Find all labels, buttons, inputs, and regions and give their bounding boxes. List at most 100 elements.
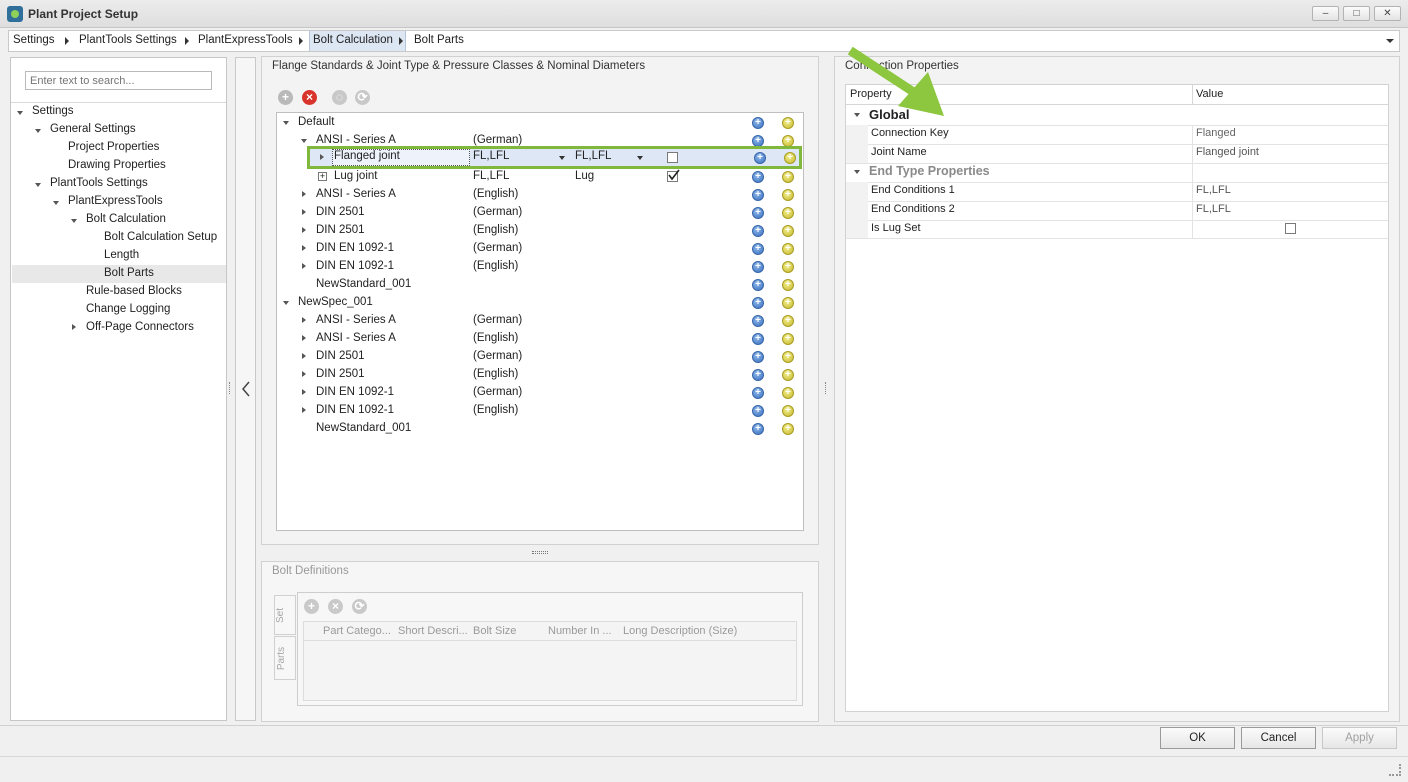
delete-icon[interactable]: × (328, 599, 343, 614)
property-value[interactable]: FL,LFL (1196, 203, 1231, 215)
sidebar-collapse-strip[interactable] (235, 57, 256, 721)
breadcrumb-dropdown-icon[interactable] (1386, 39, 1394, 43)
list-item[interactable]: Default + + (277, 114, 802, 132)
column-header[interactable]: Long Description (Size) (623, 625, 737, 637)
tree-item-general-settings[interactable]: General Settings (50, 123, 136, 135)
lug-checkbox[interactable] (667, 152, 678, 163)
add-icon[interactable]: + (304, 599, 319, 614)
chevron-right-icon[interactable] (302, 245, 306, 251)
add-sibling-icon[interactable]: + (782, 279, 794, 291)
tree-item-off-page-connectors[interactable]: Off-Page Connectors (86, 321, 194, 333)
list-item[interactable]: DIN 2501 (English) + + (277, 366, 802, 384)
add-sibling-icon[interactable]: + (782, 405, 794, 417)
breadcrumb-arrow-icon[interactable] (185, 37, 189, 45)
search-input[interactable] (25, 71, 212, 90)
list-item[interactable]: ANSI - Series A (English) + + (277, 330, 802, 348)
chevron-down-icon[interactable] (35, 129, 41, 133)
add-sibling-icon[interactable]: + (782, 369, 794, 381)
row-name[interactable]: Flanged joint (334, 150, 400, 162)
add-child-icon[interactable]: + (752, 351, 764, 363)
apply-button[interactable]: Apply (1322, 727, 1397, 749)
breadcrumb-item-bolt-calculation[interactable]: Bolt Calculation (313, 34, 393, 46)
add-sibling-icon[interactable]: + (782, 171, 794, 183)
splitter-grip[interactable] (229, 382, 231, 394)
add-child-icon[interactable]: + (752, 369, 764, 381)
add-child-icon[interactable]: + (752, 243, 764, 255)
add-child-icon[interactable]: + (752, 387, 764, 399)
add-sibling-icon[interactable]: + (782, 117, 794, 129)
row-end-condition-1[interactable]: FL,LFL (473, 170, 509, 182)
add-sibling-icon[interactable]: + (782, 351, 794, 363)
end-condition-2-dropdown[interactable]: FL,LFL (575, 150, 611, 162)
add-child-icon[interactable]: + (752, 279, 764, 291)
tree-item-rule-based-blocks[interactable]: Rule-based Blocks (86, 285, 182, 297)
splitter-grip[interactable] (532, 551, 548, 554)
tree-item-bolt-calculation[interactable]: Bolt Calculation (86, 213, 166, 225)
add-sibling-icon[interactable]: + (782, 261, 794, 273)
tree-item-length[interactable]: Length (104, 249, 139, 261)
list-item[interactable]: DIN EN 1092-1 (German) + + (277, 240, 802, 258)
add-sibling-icon[interactable]: + (782, 189, 794, 201)
selected-row-flanged-joint[interactable]: Flanged joint FL,LFL FL,LFL + + (307, 146, 802, 169)
add-sibling-icon[interactable]: + (782, 423, 794, 435)
ok-button[interactable]: OK (1160, 727, 1235, 749)
row-end-condition-2[interactable]: Lug (575, 170, 594, 182)
dropdown-arrow-icon[interactable] (637, 156, 643, 160)
add-child-icon[interactable]: + (752, 117, 764, 129)
tree-item-bolt-calculation-setup[interactable]: Bolt Calculation Setup (104, 231, 217, 243)
add-child-icon[interactable]: + (752, 261, 764, 273)
chevron-right-icon[interactable] (302, 227, 306, 233)
maximize-button[interactable]: □ (1343, 6, 1370, 21)
breadcrumb-arrow-icon[interactable] (399, 37, 403, 45)
property-value[interactable]: Flanged joint (1196, 146, 1259, 158)
dropdown-arrow-icon[interactable] (559, 156, 565, 160)
add-sibling-icon[interactable]: + (782, 297, 794, 309)
chevron-down-icon[interactable] (854, 170, 860, 174)
chevron-right-icon[interactable] (302, 263, 306, 269)
list-item[interactable]: DIN EN 1092-1 (English) + + (277, 258, 802, 276)
delete-icon[interactable]: × (302, 90, 317, 105)
tree-item-settings[interactable]: Settings (32, 105, 74, 117)
column-header[interactable]: Part Catego... (323, 625, 391, 637)
add-sibling-icon[interactable]: + (782, 333, 794, 345)
add-icon[interactable]: + (278, 90, 293, 105)
tree-item-drawing-properties[interactable]: Drawing Properties (68, 159, 166, 171)
list-item[interactable]: NewStandard_001 + + (277, 420, 802, 438)
list-item[interactable]: + Lug joint FL,LFL Lug + + (277, 168, 802, 186)
list-item[interactable]: NewStandard_001 + + (277, 276, 802, 294)
chevron-down-icon[interactable] (301, 139, 307, 143)
tree-item-change-logging[interactable]: Change Logging (86, 303, 170, 315)
chevron-right-icon[interactable] (302, 407, 306, 413)
add-child-icon[interactable]: + (752, 405, 764, 417)
expand-plus-icon[interactable]: + (318, 172, 327, 181)
chevron-right-icon[interactable] (302, 353, 306, 359)
tree-item-plantexpresstools[interactable]: PlantExpressTools (68, 195, 163, 207)
column-header[interactable]: Bolt Size (473, 625, 516, 637)
chevron-down-icon[interactable] (71, 219, 77, 223)
add-sibling-icon[interactable]: + (782, 225, 794, 237)
breadcrumb-item-bolt-parts[interactable]: Bolt Parts (414, 34, 464, 46)
column-header[interactable]: Number In ... (548, 625, 612, 637)
close-button[interactable]: ✕ (1374, 6, 1401, 21)
breadcrumb-arrow-icon[interactable] (299, 37, 303, 45)
tab-set[interactable]: Set (274, 595, 296, 635)
add-sibling-icon[interactable]: + (782, 387, 794, 399)
add-child-icon[interactable]: + (752, 171, 764, 183)
list-item[interactable]: NewSpec_001 + + (277, 294, 802, 312)
column-header[interactable]: Short Descri... (398, 625, 468, 637)
list-item[interactable]: DIN EN 1092-1 (English) + + (277, 402, 802, 420)
add-child-icon[interactable]: + (752, 423, 764, 435)
breadcrumb-item-planttools-settings[interactable]: PlantTools Settings (79, 34, 177, 46)
tree-item-project-properties[interactable]: Project Properties (68, 141, 159, 153)
hide-icon[interactable]: ◌ (332, 90, 347, 105)
chevron-right-icon[interactable] (302, 191, 306, 197)
property-value[interactable]: FL,LFL (1196, 184, 1231, 196)
is-lug-set-checkbox[interactable] (1285, 223, 1296, 234)
end-condition-1-dropdown[interactable]: FL,LFL (473, 150, 509, 162)
tab-parts[interactable]: Parts (274, 636, 296, 680)
list-item[interactable]: DIN 2501 (German) + + (277, 204, 802, 222)
add-child-icon[interactable]: + (752, 225, 764, 237)
breadcrumb-item-settings[interactable]: Settings (13, 34, 55, 46)
chevron-down-icon[interactable] (17, 111, 23, 115)
add-child-icon[interactable]: + (752, 315, 764, 327)
